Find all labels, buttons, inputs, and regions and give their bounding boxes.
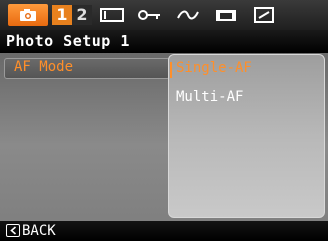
tab-page-2[interactable]: 2: [72, 5, 92, 25]
camera-icon: [20, 9, 36, 21]
setup-icon[interactable]: [252, 7, 276, 23]
bottom-bar: BACK: [0, 221, 328, 241]
page-title: Photo Setup 1: [6, 32, 130, 50]
menu-item-label: AF Mode: [14, 59, 74, 75]
tab-photo[interactable]: [8, 4, 48, 26]
print-icon[interactable]: [214, 7, 238, 23]
title-bar: Photo Setup 1: [0, 30, 328, 53]
key-icon[interactable]: [138, 7, 162, 23]
video-icon[interactable]: [100, 7, 124, 23]
selection-cursor: [170, 62, 172, 78]
option-single-af[interactable]: Single-AF: [176, 60, 252, 76]
af-mode-submenu: Single-AF Multi-AF: [168, 54, 325, 218]
tab-bar: 1 2: [0, 0, 328, 30]
camera-menu-screen: 1 2 Photo Setup 1 AF Mode Single-AF Mult…: [0, 0, 328, 241]
option-multi-af[interactable]: Multi-AF: [176, 89, 243, 105]
tab-page-1[interactable]: 1: [52, 5, 72, 25]
chevron-left-icon[interactable]: [6, 224, 20, 237]
playback-icon[interactable]: [176, 7, 200, 23]
back-button[interactable]: BACK: [22, 223, 56, 239]
